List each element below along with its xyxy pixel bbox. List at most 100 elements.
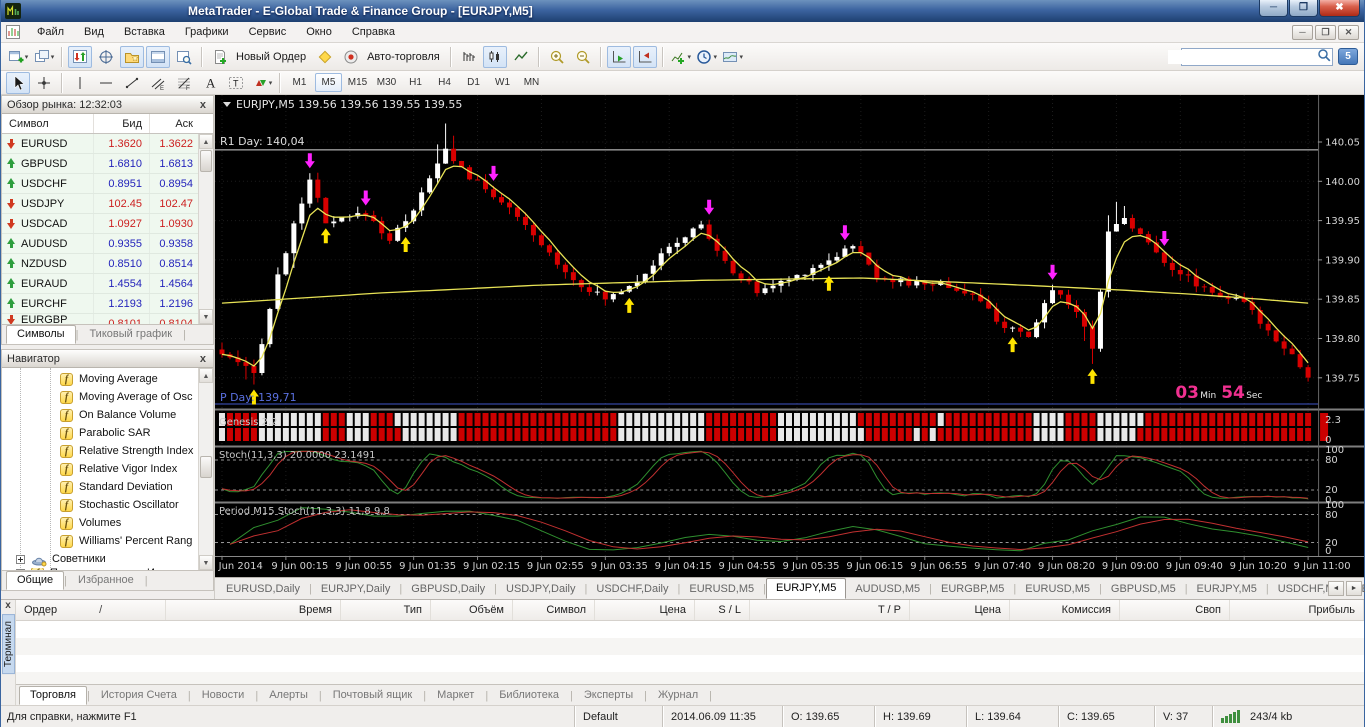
column-header[interactable]: T / P <box>750 600 910 620</box>
tab-symbols[interactable]: Символы <box>6 325 76 344</box>
profiles-button[interactable]: ▾ <box>32 46 56 68</box>
navigator-indicator-item[interactable]: fStochastic Oscillator <box>2 496 213 514</box>
menu-item[interactable]: Окно <box>296 23 342 41</box>
chart-candles-button[interactable] <box>483 46 507 68</box>
chevron-down-icon[interactable]: ▾ <box>713 53 717 61</box>
periods-button[interactable]: ▾ <box>695 46 719 68</box>
chart-tab[interactable]: EURUSD,M5 <box>680 580 763 599</box>
chevron-down-icon[interactable]: ▾ <box>739 53 743 61</box>
chart-tab[interactable]: EURJPY,M5 <box>766 578 846 599</box>
terminal-tab[interactable]: Новости <box>191 686 256 705</box>
navigator-indicator-item[interactable]: fRelative Strength Index <box>2 442 213 460</box>
minimize-button[interactable]: ─ <box>1259 0 1288 17</box>
new-order-label[interactable]: Новый Ордер <box>236 51 306 63</box>
tab-tick-chart[interactable]: Тиковый график <box>78 325 183 344</box>
navigator-indicator-item[interactable]: fVolumes <box>2 514 213 532</box>
navigator-indicator-item[interactable]: fMoving Average of Osc <box>2 388 213 406</box>
scroll-up-icon[interactable]: ▲ <box>199 134 213 149</box>
text-button[interactable]: A <box>198 72 222 94</box>
chart-tab[interactable]: GBPUSD,M5 <box>1102 580 1185 599</box>
menu-item[interactable]: Вид <box>74 23 114 41</box>
menu-item[interactable]: Вставка <box>114 23 175 41</box>
strategy-tester-button[interactable] <box>172 46 196 68</box>
label-button[interactable]: T <box>224 72 248 94</box>
crosshair-button[interactable] <box>32 72 56 94</box>
menu-item[interactable]: Графики <box>175 23 239 41</box>
navigator-experts-group[interactable]: Советники <box>2 550 213 568</box>
chevron-down-icon[interactable]: ▾ <box>269 79 273 87</box>
mdi-close-button[interactable]: ✕ <box>1338 25 1359 40</box>
pointer-button[interactable] <box>6 72 30 94</box>
zoom-out-button[interactable] <box>571 46 595 68</box>
channel-button[interactable]: E <box>146 72 170 94</box>
market-watch-row[interactable]: EURUSD1.36201.3622 <box>2 134 213 154</box>
terminal-button[interactable] <box>146 46 170 68</box>
tab-common[interactable]: Общие <box>6 571 64 590</box>
fibonacci-button[interactable]: F <box>172 72 196 94</box>
timeframe-m1-button[interactable]: M1 <box>286 73 313 92</box>
chart-tab[interactable]: USDCHF,Daily <box>587 580 677 599</box>
column-header[interactable]: Аск <box>150 114 200 133</box>
timeframe-m5-button[interactable]: M5 <box>315 73 342 92</box>
terminal-tab[interactable]: Почтовый ящик <box>322 686 423 705</box>
market-watch-row[interactable]: GBPUSD1.68101.6813 <box>2 154 213 174</box>
market-watch-scrollbar[interactable]: ▲ ▼ <box>198 134 213 324</box>
search-input[interactable] <box>1168 50 1316 64</box>
close-icon[interactable]: x <box>198 99 208 111</box>
menu-item[interactable]: Справка <box>342 23 405 41</box>
restore-button[interactable]: ❐ <box>1289 0 1318 17</box>
market-watch-row[interactable]: AUDUSD0.93550.9358 <box>2 234 213 254</box>
status-profile[interactable]: Default <box>574 706 662 727</box>
terminal-tab[interactable]: Маркет <box>426 686 485 705</box>
column-header[interactable]: Тип <box>341 600 431 620</box>
chart-bars-button[interactable] <box>457 46 481 68</box>
market-watch-row[interactable]: EURAUD1.45541.4564 <box>2 274 213 294</box>
chart-tab[interactable]: USDJPY,Daily <box>497 580 585 599</box>
search-icon[interactable] <box>1316 47 1332 66</box>
scroll-up-icon[interactable]: ▲ <box>199 368 213 383</box>
arrows-button[interactable]: ▾ <box>250 72 274 94</box>
scroll-left-icon[interactable]: ◄ <box>1328 581 1344 596</box>
column-header[interactable]: Символ <box>513 600 595 620</box>
navigator-indicator-item[interactable]: fParabolic SAR <box>2 424 213 442</box>
zoom-in-button[interactable] <box>545 46 569 68</box>
scroll-thumb[interactable] <box>200 150 212 172</box>
trendline-button[interactable] <box>120 72 144 94</box>
expand-icon[interactable] <box>16 569 25 571</box>
expand-icon[interactable] <box>16 555 25 564</box>
chart-tab[interactable]: AUDUSD,M5 <box>846 580 929 599</box>
market-watch-row[interactable]: USDCHF0.89510.8954 <box>2 174 213 194</box>
terminal-tab[interactable]: История Счета <box>90 686 188 705</box>
scroll-down-icon[interactable]: ▼ <box>199 309 213 324</box>
data-window-button[interactable] <box>94 46 118 68</box>
column-header[interactable]: S / L <box>695 600 750 620</box>
autotrade-label[interactable]: Авто-торговля <box>367 51 440 63</box>
timeframe-mn-button[interactable]: MN <box>518 73 545 92</box>
close-icon[interactable]: x <box>198 353 208 365</box>
chart-tab[interactable]: EURGBP,M5 <box>932 580 1013 599</box>
timeframe-h4-button[interactable]: H4 <box>431 73 458 92</box>
chart-tab[interactable]: GBPUSD,Daily <box>402 580 494 599</box>
mdi-restore-button[interactable]: ❐ <box>1315 25 1336 40</box>
navigator-indicator-item[interactable]: fStandard Deviation <box>2 478 213 496</box>
chart-line-button[interactable] <box>509 46 533 68</box>
market-watch-row[interactable]: USDCAD1.09271.0930 <box>2 214 213 234</box>
chevron-down-icon[interactable]: ▾ <box>687 53 691 61</box>
autoscroll-button[interactable] <box>607 46 631 68</box>
terminal-tab[interactable]: Библиотека <box>488 686 570 705</box>
chart-tab[interactable]: EURJPY,M5 <box>1188 580 1266 599</box>
chart-tab[interactable]: EURUSD,Daily <box>217 580 309 599</box>
timeframe-d1-button[interactable]: D1 <box>460 73 487 92</box>
column-header[interactable]: Бид <box>94 114 150 133</box>
terminal-tab[interactable]: Торговля <box>19 686 87 705</box>
market-watch-button[interactable] <box>68 46 92 68</box>
timeframe-m30-button[interactable]: M30 <box>373 73 400 92</box>
navigator-indicator-item[interactable]: fOn Balance Volume <box>2 406 213 424</box>
column-header[interactable]: Символ <box>2 114 94 133</box>
scroll-thumb[interactable] <box>200 456 212 478</box>
timeframe-m15-button[interactable]: M15 <box>344 73 371 92</box>
column-header[interactable]: Прибыль <box>1230 600 1364 620</box>
navigator-indicator-item[interactable]: fMoving Average <box>2 370 213 388</box>
chart-tab[interactable]: EURJPY,Daily <box>312 580 400 599</box>
autotrade-button[interactable] <box>339 46 363 68</box>
